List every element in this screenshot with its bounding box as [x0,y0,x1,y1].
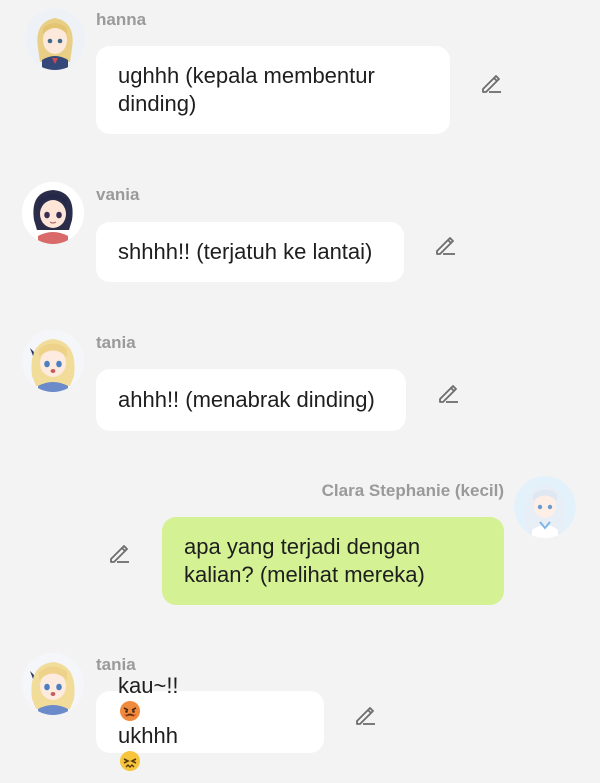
message-bubble[interactable]: apa yang terjadi dengan kalian? (melihat… [162,517,504,605]
chat-message: tania ahhh!! (menabrak dinding) [0,326,600,436]
angry-face-emoji [119,700,141,722]
message-text: shhhh!! (terjatuh ke lantai) [118,239,373,264]
chat-message: vania shhhh!! (terjatuh ke lantai) [0,178,600,288]
chat-message-outgoing: Clara Stephanie (kecil) apa yang terjadi… [0,470,600,610]
sender-name: hanna [96,10,147,29]
blonde-girl-avatar-icon [24,8,86,70]
dark-hair-girl-avatar-icon [22,182,84,244]
pencil-edit-icon[interactable] [480,72,502,94]
message-text: ughhh (kepala membentur dinding) [118,63,375,116]
message-bubble[interactable]: shhhh!! (terjatuh ke lantai) [96,222,404,282]
message-bubble[interactable]: kau~!! ukhhh [96,673,324,771]
pencil-edit-icon[interactable] [108,542,130,564]
persevering-face-emoji [119,750,141,772]
message-text: ahhh!! (menabrak dinding) [118,387,375,412]
pencil-edit-icon[interactable] [434,234,456,256]
pencil-edit-icon[interactable] [354,704,376,726]
message-text: kau~!! ukhhh [118,672,179,772]
avatar[interactable] [22,182,84,244]
avatar[interactable] [22,653,84,715]
avatar[interactable] [24,8,86,70]
sender-name: tania [96,333,136,352]
chat-message: hanna ughhh (kepala membentur dinding) [0,0,600,150]
sender-name: Clara Stephanie (kecil) [321,481,504,500]
avatar[interactable] [514,476,576,538]
message-text-part: ukhhh [118,723,178,748]
message-text: apa yang terjadi dengan kalian? (melihat… [184,534,425,587]
white-hair-girl-avatar-icon [514,476,576,538]
sender-name: vania [96,185,140,204]
avatar[interactable] [22,330,84,392]
message-bubble[interactable]: ughhh (kepala membentur dinding) [96,46,450,134]
message-bubble[interactable]: ahhh!! (menabrak dinding) [96,369,406,431]
message-text-part: kau~!! [118,673,179,698]
blonde-girl-avatar-icon [22,653,84,715]
pencil-edit-icon[interactable] [437,382,459,404]
blonde-girl-avatar-icon [22,330,84,392]
chat-message: tania kau~!! ukhhh [0,648,600,771]
